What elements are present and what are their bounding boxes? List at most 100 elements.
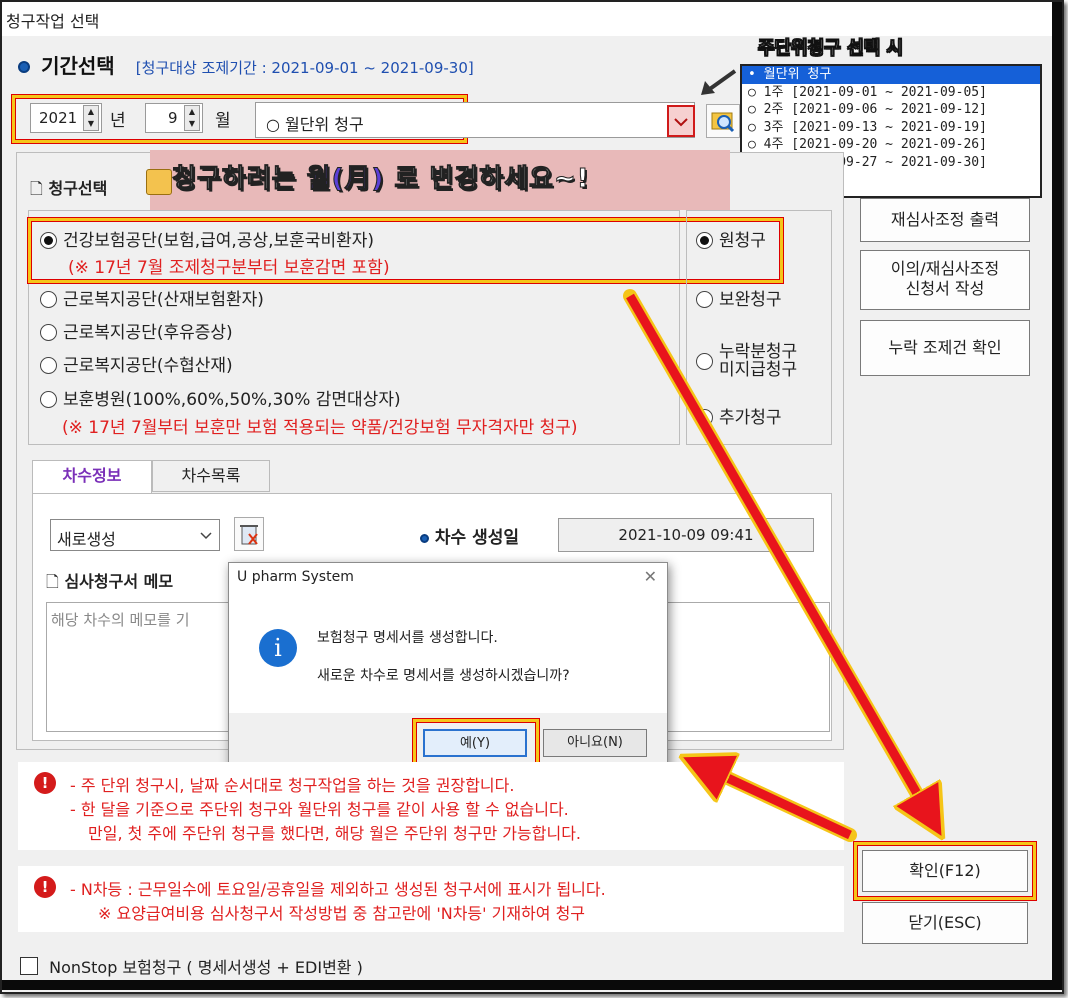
- radio-icon[interactable]: [696, 409, 713, 426]
- created-date-heading: 차수 생성일: [420, 523, 519, 548]
- radio-icon[interactable]: [40, 324, 57, 341]
- radio-icon[interactable]: [40, 357, 57, 374]
- delete-icon: [240, 525, 258, 545]
- tab-round-list[interactable]: 차수목록: [152, 460, 270, 492]
- year-stepper[interactable]: 2021 ▲ ▼: [30, 103, 102, 133]
- claim-unit-select[interactable]: ○ 월단위 청구: [255, 102, 695, 138]
- claim-type-additional[interactable]: 추가청구: [696, 403, 782, 428]
- agency-option-comwel-industrial[interactable]: 근로복지공단(산재보험환자): [40, 285, 264, 310]
- dialog-yes-button[interactable]: 예(Y): [423, 729, 527, 757]
- agency-label-nhis: 건강보험공단(보험,급여,공상,보훈국비환자): [63, 231, 374, 251]
- section-bullet-icon: [18, 61, 30, 73]
- dialog-title: U pharm System: [237, 569, 354, 585]
- delete-round-button[interactable]: [234, 517, 264, 551]
- radio-icon[interactable]: [696, 291, 713, 308]
- memo-heading: 🗋 심사청구서 메모: [46, 568, 173, 598]
- claim-type-original-label: 원청구: [719, 231, 766, 251]
- dialog-message-1: 보험청구 명세서를 생성합니다.: [317, 630, 498, 646]
- objection-form-label-1: 이의/재심사조정: [890, 259, 1000, 278]
- agency-label-comwel-fishery: 근로복지공단(수협산재): [63, 356, 233, 376]
- claim-unit-dropdown-button[interactable]: [667, 105, 695, 137]
- year-spin-buttons[interactable]: ▲ ▼: [83, 105, 99, 131]
- dropdown-item-week1[interactable]: ○ 1주 [2021-09-01 ~ 2021-09-05]: [742, 84, 1040, 102]
- chevron-down-icon: [674, 118, 688, 127]
- claim-type-missing-label: 누락분청구 미지급청구: [719, 342, 798, 380]
- banner-suffix: 로 변경하세요~!: [384, 164, 590, 195]
- window-edge-right: [1052, 2, 1062, 988]
- year-unit-label: 년: [110, 111, 126, 131]
- month-unit-label: 월: [215, 111, 231, 131]
- nday-notice-line-2: ※ 요양급여비용 심사청구서 작성방법 중 참고란에 'N차등' 기재하여 청구: [98, 904, 586, 923]
- info-icon: i: [259, 629, 297, 667]
- warning-icon: !: [34, 876, 56, 898]
- claim-select-heading: 🗋 청구선택: [30, 175, 107, 205]
- month-value: 9: [168, 109, 178, 127]
- claim-unit-value: ○ 월단위 청구: [266, 115, 364, 134]
- missing-check-button[interactable]: 누락 조제건 확인: [860, 320, 1030, 376]
- round-select-value: 새로생성: [57, 530, 116, 549]
- agency-label-comwel-industrial: 근로복지공단(산재보험환자): [63, 290, 264, 310]
- search-button[interactable]: [706, 104, 740, 138]
- dropdown-item-week3[interactable]: ○ 3주 [2021-09-13 ~ 2021-09-19]: [742, 119, 1040, 137]
- agency-option-comwel-fishery[interactable]: 근로복지공단(수협산재): [40, 351, 233, 376]
- claim-type-additional-label: 추가청구: [719, 408, 782, 428]
- period-section-title: 기간선택: [41, 54, 115, 78]
- memo-placeholder: 해당 차수의 메모를 기: [51, 611, 190, 629]
- radio-icon[interactable]: [40, 391, 57, 408]
- agency-option-nhis[interactable]: 건강보험공단(보험,급여,공상,보훈국비환자): [40, 226, 374, 251]
- window-titlebar: 청구작업 선택: [2, 2, 1052, 36]
- memo-title: 심사청구서 메모: [64, 572, 174, 591]
- claim-type-missing[interactable]: 누락분청구 미지급청구: [696, 343, 797, 379]
- warning-icon: !: [34, 772, 56, 794]
- month-stepper[interactable]: 9 ▲ ▼: [145, 103, 203, 133]
- claim-period-text: [청구대상 조제기간 : 2021-09-01 ~ 2021-09-30]: [135, 59, 474, 77]
- nday-notice-line-1: - N차등 : 근무일수에 토요일/공휴일을 제외하고 생성된 청구서에 표시가…: [70, 880, 606, 899]
- period-header: 기간선택 [청구대상 조제기간 : 2021-09-01 ~ 2021-09-3…: [18, 50, 638, 78]
- claim-type-original[interactable]: 원청구: [696, 226, 766, 251]
- radio-icon[interactable]: [696, 353, 713, 370]
- agency-label-comwel-sequelae: 근로복지공단(후유증상): [63, 323, 233, 343]
- tab-round-info[interactable]: 차수정보: [32, 460, 152, 494]
- search-icon: [711, 112, 735, 133]
- chevron-down-icon: [200, 532, 212, 540]
- bullet-icon: [420, 534, 429, 543]
- document-icon: 🗋: [46, 572, 59, 591]
- weekly-claim-annotation: 주단위청구 선택 시: [758, 38, 904, 60]
- created-date-label: 차수 생성일: [434, 528, 520, 548]
- year-value: 2021: [39, 109, 78, 127]
- reexam-print-button[interactable]: 재심사조정 출력: [860, 198, 1030, 242]
- nonstop-checkbox[interactable]: [20, 957, 38, 975]
- confirm-dialog: U pharm System ✕ i 보험청구 명세서를 생성합니다. 새로운 …: [228, 562, 668, 772]
- month-spin-buttons[interactable]: ▲ ▼: [184, 105, 200, 131]
- radio-icon[interactable]: [40, 291, 57, 308]
- weekly-claim-notice: ! - 주 단위 청구시, 날짜 순서대로 청구작업을 하는 것을 권장합니다.…: [18, 762, 844, 850]
- weekly-notice-line-1: - 주 단위 청구시, 날짜 순서대로 청구작업을 하는 것을 권장합니다.: [70, 776, 515, 795]
- dialog-no-button[interactable]: 아니요(N): [543, 729, 647, 757]
- dropdown-item-week2[interactable]: ○ 2주 [2021-09-06 ~ 2021-09-12]: [742, 101, 1040, 119]
- document-icon: 🗋: [30, 179, 43, 198]
- dialog-message-2: 새로운 차수로 명세서를 생성하시겠습니까?: [317, 668, 570, 684]
- nday-notice: ! - N차등 : 근무일수에 토요일/공휴일을 제외하고 생성된 청구서에 표…: [18, 866, 844, 932]
- dialog-close-icon[interactable]: ✕: [644, 567, 657, 586]
- nonstop-label: NonStop 보험청구 ( 명세서생성 + EDI변환 ): [49, 958, 363, 977]
- dropdown-item-monthly[interactable]: • 월단위 청구: [742, 66, 1040, 84]
- claim-type-supplement[interactable]: 보완청구: [696, 285, 782, 310]
- window-edge-bottom: [2, 980, 1062, 990]
- round-select[interactable]: 새로생성: [50, 519, 220, 551]
- confirm-button[interactable]: 확인(F12): [862, 850, 1028, 892]
- window-title: 청구작업 선택: [6, 12, 100, 31]
- dropdown-item-week4[interactable]: ○ 4주 [2021-09-20 ~ 2021-09-26]: [742, 136, 1040, 154]
- agency-note-veterans: (※ 17년 7월부터 보훈만 보험 적용되는 약품/건강보험 무자격자만 청구…: [62, 418, 578, 438]
- instruction-banner-text: 청구하려는 월(月) 로 변경하세요~!: [172, 158, 590, 195]
- objection-form-button[interactable]: 이의/재심사조정 신청서 작성: [860, 250, 1030, 310]
- close-button[interactable]: 닫기(ESC): [862, 902, 1028, 944]
- radio-selected-icon[interactable]: [696, 232, 713, 249]
- objection-form-label-2: 신청서 작성: [905, 279, 985, 298]
- agency-option-veterans[interactable]: 보훈병원(100%,60%,50%,30% 감면대상자): [40, 385, 401, 410]
- banner-month: 월(月): [306, 164, 385, 195]
- radio-selected-icon[interactable]: [40, 232, 57, 249]
- agency-option-comwel-sequelae[interactable]: 근로복지공단(후유증상): [40, 318, 233, 343]
- nonstop-checkbox-row[interactable]: NonStop 보험청구 ( 명세서생성 + EDI변환 ): [20, 954, 363, 978]
- weekly-notice-line-2: - 한 달을 기준으로 주단위 청구와 월단위 청구를 같이 사용 할 수 없습…: [70, 800, 569, 819]
- agency-note-nhis: (※ 17년 7월 조제청구분부터 보훈감면 포함): [68, 258, 390, 278]
